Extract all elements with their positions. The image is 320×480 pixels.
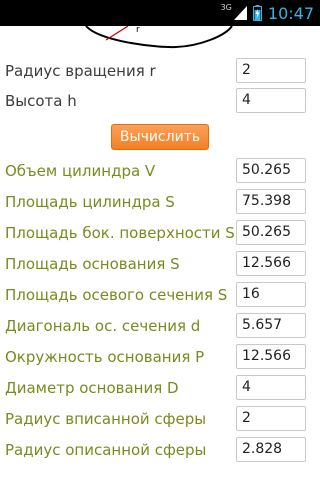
radius-label-text: Радиус вращения r: [5, 62, 156, 80]
result-label: Объем цилиндра V: [5, 162, 156, 180]
result-label: Диагональ ос. сечения d: [5, 317, 201, 335]
input-row-radius: Радиус вращения r 2: [0, 56, 320, 87]
result-label: Площадь осевого сечения S: [5, 286, 228, 304]
radius-input[interactable]: 2: [236, 58, 306, 83]
lateral-area-field[interactable]: 50.265: [236, 220, 306, 245]
input-row-height: Высота h 4: [0, 86, 320, 117]
result-row-base-diameter: Диаметр основания D 4: [0, 373, 320, 404]
result-label: Площадь основания S: [5, 255, 180, 273]
status-icons: 3G 10:47: [221, 0, 314, 26]
height-input[interactable]: 4: [236, 88, 306, 113]
result-label: Радиус вписанной сферы: [5, 410, 207, 428]
cylinder-diagram: r: [85, 26, 233, 49]
radius-line: [105, 26, 129, 41]
result-row-total-area: Площадь цилиндра S 75.398: [0, 187, 320, 218]
result-row-section-diagonal: Диагональ ос. сечения d 5.657: [0, 311, 320, 342]
axial-section-area-field[interactable]: 16: [236, 282, 306, 307]
base-area-field[interactable]: 12.566: [236, 251, 306, 276]
calculate-button[interactable]: Вычислить: [111, 124, 209, 150]
result-row-circumscribed-sphere: Радиус описанной сферы 2.828: [0, 435, 320, 466]
result-row-lateral-area: Площадь бок. поверхности S 50.265: [0, 218, 320, 249]
result-row-volume: Объем цилиндра V 50.265: [0, 156, 320, 187]
main-content: r Радиус вращения r 2 Высота h 4 Вычисли…: [0, 26, 320, 480]
radius-label: r: [136, 26, 140, 35]
base-circumference-field[interactable]: 12.566: [236, 344, 306, 369]
height-label-text: Высота h: [5, 92, 77, 110]
status-bar: 3G 10:47: [0, 0, 320, 26]
result-label: Радиус описанной сферы: [5, 441, 207, 459]
circumscribed-sphere-radius-field[interactable]: 2.828: [236, 437, 306, 462]
result-label: Диаметр основания D: [5, 379, 179, 397]
cylinder-base-outline: [85, 26, 233, 49]
volume-field[interactable]: 50.265: [236, 158, 306, 183]
result-label: Площадь цилиндра S: [5, 193, 175, 211]
signal-icon: [233, 6, 247, 20]
section-diagonal-field[interactable]: 5.657: [236, 313, 306, 338]
network-type-label: 3G: [220, 2, 232, 12]
total-area-field[interactable]: 75.398: [236, 189, 306, 214]
result-row-inscribed-sphere: Радиус вписанной сферы 2: [0, 404, 320, 435]
battery-icon: [252, 5, 262, 21]
inscribed-sphere-radius-field[interactable]: 2: [236, 406, 306, 431]
result-row-base-area: Площадь основания S 12.566: [0, 249, 320, 280]
result-label: Окружность основания P: [5, 348, 205, 366]
clock: 10:47: [267, 3, 314, 23]
result-row-base-circumference: Окружность основания P 12.566: [0, 342, 320, 373]
result-label: Площадь бок. поверхности S: [5, 224, 235, 242]
base-diameter-field[interactable]: 4: [236, 375, 306, 400]
result-row-axial-section-area: Площадь осевого сечения S 16: [0, 280, 320, 311]
